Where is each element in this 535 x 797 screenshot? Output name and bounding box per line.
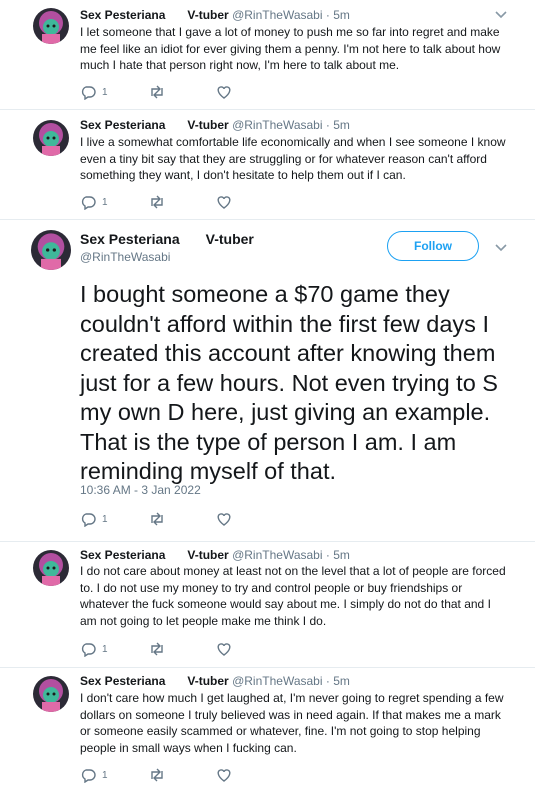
user-handle[interactable]: @RinTheWasabi: [232, 548, 322, 562]
retweet-button[interactable]: [148, 194, 166, 210]
avatar[interactable]: [33, 8, 69, 44]
like-button[interactable]: [216, 511, 232, 527]
like-button[interactable]: [216, 84, 232, 100]
user-handle[interactable]: @RinTheWasabi: [232, 118, 322, 132]
focused-tweet-text: I bought someone a $70 game they couldn'…: [80, 281, 498, 484]
tweet-age[interactable]: 5m: [333, 548, 350, 562]
display-name[interactable]: Sex Pesteriana V-tuber: [80, 231, 254, 247]
display-name-tag[interactable]: V-tuber: [187, 548, 228, 562]
tweet-header: Sex Pesteriana V-tuber @RinTheWasabi · 5m: [80, 8, 350, 22]
reply-button[interactable]: 1: [80, 84, 108, 100]
tweet-age[interactable]: 5m: [333, 8, 350, 22]
like-icon: [217, 643, 231, 656]
user-handle[interactable]: @RinTheWasabi: [232, 8, 322, 22]
separator-dot: ·: [325, 674, 330, 688]
tweet-text: I live a somewhat comfortable life econo…: [80, 135, 506, 182]
separator-dot: ·: [325, 8, 330, 22]
display-name[interactable]: Sex Pesteriana: [80, 8, 165, 22]
display-name-tag[interactable]: V-tuber: [187, 118, 228, 132]
tweet-age[interactable]: 5m: [333, 674, 350, 688]
avatar[interactable]: [33, 676, 69, 712]
reply-count: 1: [102, 513, 108, 525]
display-name-text[interactable]: Sex Pesteriana: [80, 231, 180, 247]
display-name[interactable]: Sex Pesteriana: [80, 548, 165, 562]
separator-dot: ·: [325, 548, 330, 562]
reply-icon: [81, 769, 96, 783]
retweet-button[interactable]: [148, 511, 166, 527]
retweet-icon: [151, 85, 163, 99]
tweet-text: I do not care about money at least not o…: [80, 564, 506, 628]
tweet-actions: 1: [80, 511, 280, 527]
avatar[interactable]: [33, 120, 69, 156]
display-name[interactable]: Sex Pesteriana: [80, 674, 165, 688]
reply-count: 1: [102, 769, 108, 781]
tweet-text: I let someone that I gave a lot of money…: [80, 25, 501, 72]
retweet-button[interactable]: [148, 767, 166, 783]
reply-count: 1: [102, 196, 108, 208]
avatar[interactable]: [31, 230, 71, 270]
tweet-actions: 1: [80, 84, 280, 100]
retweet-icon: [151, 768, 163, 782]
tweet-actions: 1: [80, 767, 280, 783]
reply-button[interactable]: 1: [80, 767, 108, 783]
retweet-button[interactable]: [148, 641, 166, 657]
display-name-tag[interactable]: V-tuber: [187, 8, 228, 22]
like-icon: [217, 769, 231, 782]
follow-button[interactable]: Follow: [387, 231, 479, 261]
tweet-header: Sex Pesteriana V-tuber @RinTheWasabi · 5m: [80, 118, 350, 132]
reply-icon: [81, 643, 96, 657]
tweet-header: Sex Pesteriana V-tuber @RinTheWasabi · 5m: [80, 548, 350, 562]
like-icon: [217, 513, 231, 526]
retweet-icon: [151, 195, 163, 209]
like-button[interactable]: [216, 641, 232, 657]
avatar[interactable]: [33, 550, 69, 586]
retweet-button[interactable]: [148, 84, 166, 100]
display-name-tag[interactable]: V-tuber: [187, 674, 228, 688]
retweet-icon: [151, 642, 163, 656]
reply-icon: [81, 196, 96, 210]
tweet-text: I don't care how much I get laughed at, …: [80, 691, 504, 755]
reply-button[interactable]: 1: [80, 511, 108, 527]
tweet-timestamp[interactable]: 10:36 AM - 3 Jan 2022: [80, 483, 201, 497]
reply-icon: [81, 513, 96, 527]
user-handle[interactable]: @RinTheWasabi: [80, 250, 170, 264]
separator-dot: ·: [325, 118, 330, 132]
user-handle[interactable]: @RinTheWasabi: [232, 674, 322, 688]
tweet[interactable]: Sex Pesteriana V-tuber @RinTheWasabi · 5m…: [0, 0, 535, 110]
tweet[interactable]: Sex Pesteriana V-tuber @RinTheWasabi · 5m…: [0, 542, 535, 668]
chevron-down-icon[interactable]: [494, 10, 508, 20]
reply-count: 1: [102, 643, 108, 655]
like-icon: [217, 86, 231, 99]
like-button[interactable]: [216, 194, 232, 210]
reply-button[interactable]: 1: [80, 194, 108, 210]
tweet-age[interactable]: 5m: [333, 118, 350, 132]
tweet-actions: 1: [80, 641, 280, 657]
tweet[interactable]: Sex Pesteriana V-tuber @RinTheWasabi · 5m…: [0, 110, 535, 220]
reply-button[interactable]: 1: [80, 641, 108, 657]
like-icon: [217, 196, 231, 209]
reply-count: 1: [102, 86, 108, 98]
display-name-tag[interactable]: V-tuber: [206, 231, 254, 247]
display-name[interactable]: Sex Pesteriana: [80, 118, 165, 132]
tweet[interactable]: Sex Pesteriana V-tuber @RinTheWasabi · 5m…: [0, 668, 535, 797]
tweet-header: Sex Pesteriana V-tuber @RinTheWasabi · 5m: [80, 674, 350, 688]
tweet-actions: 1: [80, 194, 280, 210]
retweet-icon: [151, 512, 163, 526]
chevron-down-icon[interactable]: [494, 243, 508, 253]
like-button[interactable]: [216, 767, 232, 783]
reply-icon: [81, 86, 96, 100]
focused-tweet[interactable]: Sex Pesteriana V-tuber @RinTheWasabi Foll…: [0, 220, 535, 542]
